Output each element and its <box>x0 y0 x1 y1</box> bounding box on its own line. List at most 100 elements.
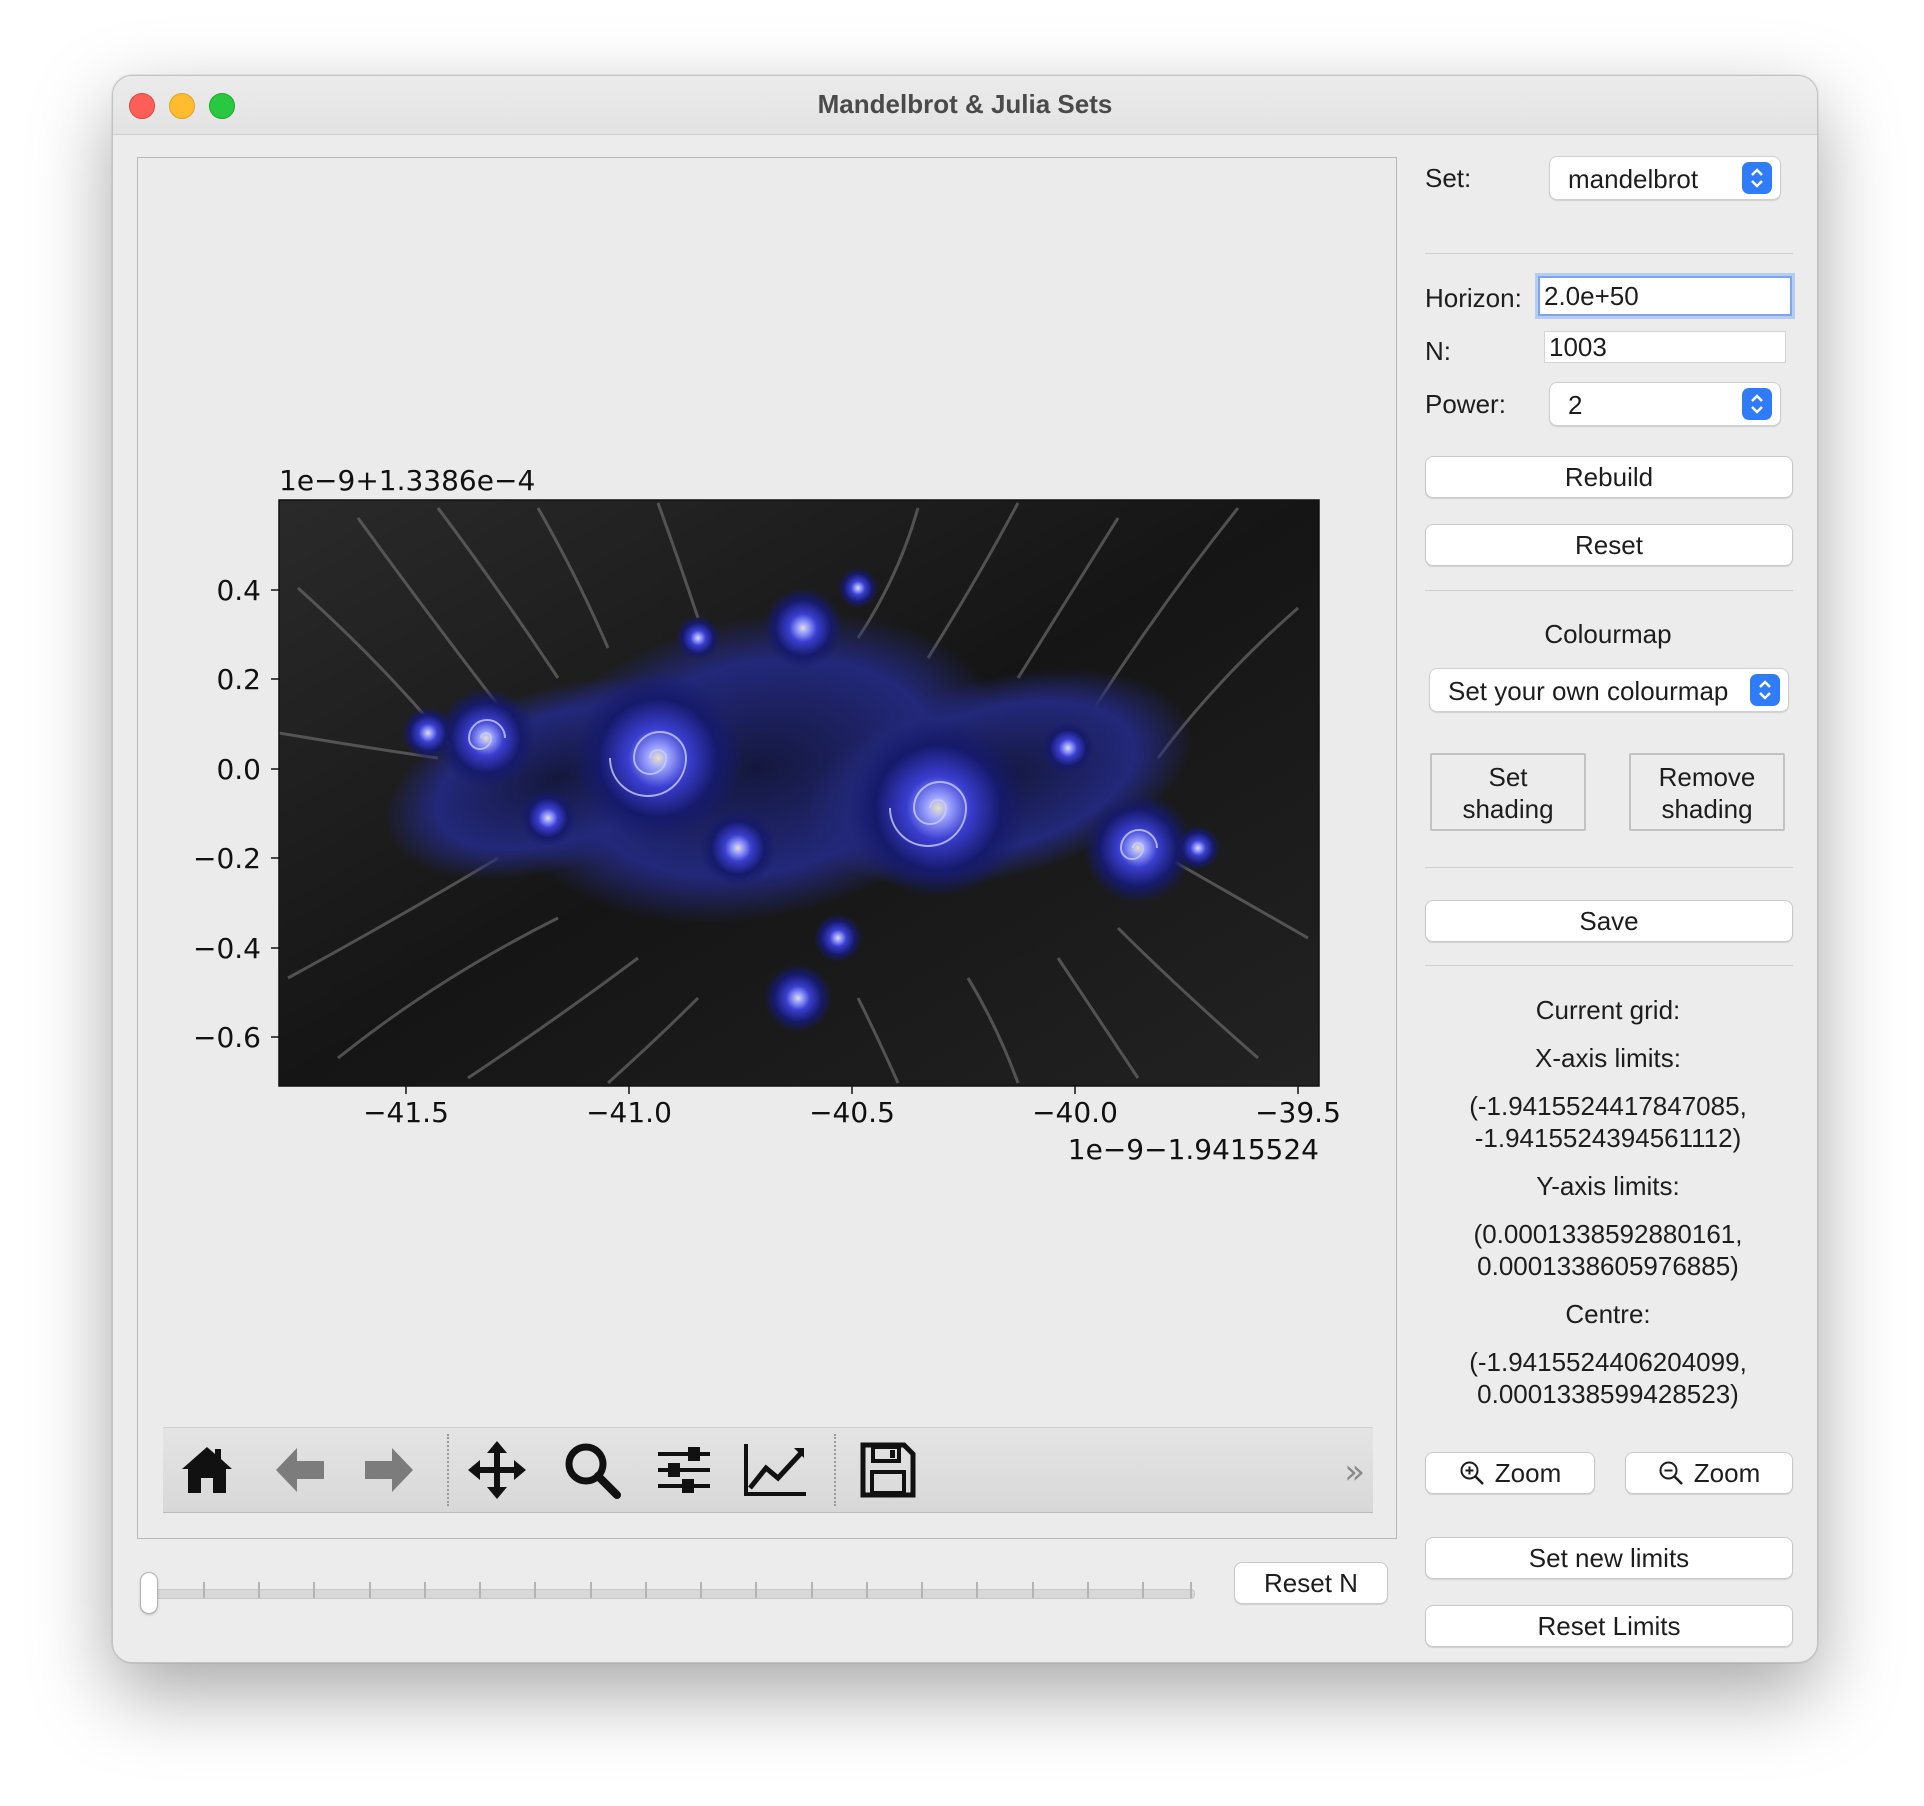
divider <box>1425 253 1793 254</box>
x-limits-label: X-axis limits: <box>1535 1043 1681 1073</box>
y-tick-label: 0.2 <box>216 663 261 696</box>
horizon-label: Horizon: <box>1425 283 1522 313</box>
zoom-in-button[interactable]: Zoom <box>1425 1452 1595 1494</box>
configure-subplots-button[interactable] <box>650 1436 718 1504</box>
zoom-in-icon <box>1460 1461 1484 1485</box>
slider-tick <box>1142 1582 1144 1598</box>
remove-shading-label-line2: shading <box>1661 794 1753 824</box>
remove-shading-button[interactable]: Remove shading <box>1629 753 1785 831</box>
slider-tick <box>921 1582 923 1598</box>
slider-tick <box>1087 1582 1089 1598</box>
zoom-in-label: Zoom <box>1494 1458 1562 1488</box>
n-field[interactable]: 1003 <box>1544 331 1786 363</box>
slider-tick <box>976 1582 978 1598</box>
set-shading-button[interactable]: Set shading <box>1430 753 1586 831</box>
slider-tick <box>369 1582 371 1598</box>
pan-button[interactable] <box>463 1436 531 1504</box>
set-new-limits-button[interactable]: Set new limits <box>1425 1537 1793 1579</box>
app-window: Mandelbrot & Julia Sets 0.4 0.2 0.0 −0.2… <box>112 75 1818 1663</box>
pan-move-icon <box>468 1441 526 1499</box>
updown-chevron-icon <box>1742 388 1772 420</box>
power-select-value: 2 <box>1568 390 1583 420</box>
x-tick-label: −40.0 <box>1032 1096 1118 1129</box>
zoom-out-button[interactable]: Zoom <box>1625 1452 1793 1494</box>
y-tick-label: 0.4 <box>216 574 261 607</box>
colourmap-heading: Colourmap <box>1544 619 1672 649</box>
save-button[interactable]: Save <box>1425 900 1793 942</box>
y-offset-label: 1e−9+1.3386e−4 <box>279 464 535 497</box>
power-select[interactable]: 2 <box>1549 382 1781 426</box>
n-slider-track[interactable] <box>147 1589 1195 1599</box>
edit-axes-button[interactable] <box>741 1436 809 1504</box>
plot-frame: 0.4 0.2 0.0 −0.2 −0.4 −0.6 −41.5 −41.0 −… <box>137 157 1397 1539</box>
centre-label: Centre: <box>1565 1299 1651 1329</box>
y-limits-value-line2: 0.0001338605976885) <box>1477 1251 1739 1281</box>
home-button[interactable] <box>173 1436 241 1504</box>
zoom-out-label: Zoom <box>1693 1458 1761 1488</box>
centre-value-line1: (-1.9415524406204099, <box>1469 1347 1747 1377</box>
fractal-image <box>279 500 1319 1086</box>
y-tick-label: 0.0 <box>216 753 261 786</box>
y-tick-label: −0.2 <box>193 842 261 875</box>
x-offset-label: 1e−9−1.9415524 <box>1068 1133 1319 1166</box>
plot-toolbar: » <box>163 1427 1373 1513</box>
y-tick-label: −0.6 <box>193 1021 261 1054</box>
colourmap-select[interactable]: Set your own colourmap <box>1429 668 1789 712</box>
n-slider-handle[interactable] <box>140 1572 158 1614</box>
slider-tick <box>313 1582 315 1598</box>
colourmap-select-value: Set your own colourmap <box>1448 676 1729 706</box>
save-floppy-icon <box>860 1442 916 1498</box>
slider-tick <box>700 1582 702 1598</box>
slider-tick <box>590 1582 592 1598</box>
updown-chevron-icon <box>1742 162 1772 194</box>
x-tick-label: −41.0 <box>586 1096 672 1129</box>
x-limits-value-line2: -1.9415524394561112) <box>1474 1123 1742 1153</box>
set-select[interactable]: mandelbrot <box>1549 156 1781 200</box>
slider-tick <box>866 1582 868 1598</box>
power-label: Power: <box>1425 389 1506 419</box>
reset-limits-button[interactable]: Reset Limits <box>1425 1605 1793 1647</box>
set-select-value: mandelbrot <box>1568 164 1699 194</box>
centre-value-line2: 0.0001338599428523) <box>1477 1379 1739 1409</box>
current-grid-label: Current grid: <box>1535 995 1681 1025</box>
slider-tick <box>258 1582 260 1598</box>
reset-button[interactable]: Reset <box>1425 524 1793 566</box>
y-limits-value-line1: (0.0001338592880161, <box>1473 1219 1743 1249</box>
slider-tick <box>811 1582 813 1598</box>
divider <box>1425 590 1793 591</box>
y-limits-label: Y-axis limits: <box>1536 1171 1680 1201</box>
more-tools-icon[interactable]: » <box>1344 1452 1365 1492</box>
forward-button[interactable] <box>355 1436 423 1504</box>
slider-tick <box>645 1582 647 1598</box>
horizon-field[interactable]: 2.0e+50 <box>1538 276 1792 316</box>
zoom-out-icon <box>1659 1461 1683 1485</box>
rebuild-button[interactable]: Rebuild <box>1425 456 1793 498</box>
set-shading-label-line2: shading <box>1462 794 1554 824</box>
back-arrow-icon <box>276 1448 324 1492</box>
slider-tick <box>1032 1582 1034 1598</box>
slider-tick <box>534 1582 536 1598</box>
zoom-rect-button[interactable] <box>558 1436 626 1504</box>
set-shading-label-line1: Set <box>1488 762 1528 792</box>
plot-canvas[interactable]: 0.4 0.2 0.0 −0.2 −0.4 −0.6 −41.5 −41.0 −… <box>138 158 1396 1458</box>
zoom-magnifier-icon <box>565 1443 621 1499</box>
window-title: Mandelbrot & Julia Sets <box>817 89 1113 119</box>
save-figure-button[interactable] <box>854 1436 922 1504</box>
configure-subplots-icon <box>658 1447 710 1493</box>
toolbar-separator <box>447 1434 449 1506</box>
remove-shading-label-line1: Remove <box>1658 762 1756 792</box>
updown-chevron-icon <box>1750 674 1780 706</box>
set-label: Set: <box>1425 163 1472 193</box>
fractal-axes: 0.4 0.2 0.0 −0.2 −0.4 −0.6 −41.5 −41.0 −… <box>193 464 1341 1166</box>
reset-n-button[interactable]: Reset N <box>1234 1562 1388 1604</box>
title-bar: Mandelbrot & Julia Sets <box>113 76 1817 135</box>
home-icon <box>182 1447 232 1493</box>
x-tick-label: −40.5 <box>809 1096 895 1129</box>
slider-tick <box>424 1582 426 1598</box>
back-button[interactable] <box>266 1436 334 1504</box>
x-limits-value-line1: (-1.9415524417847085, <box>1469 1091 1747 1121</box>
edit-axes-curve-icon <box>744 1444 806 1496</box>
y-tick-label: −0.4 <box>193 932 261 965</box>
slider-tick <box>1190 1582 1192 1598</box>
forward-arrow-icon <box>365 1448 413 1492</box>
